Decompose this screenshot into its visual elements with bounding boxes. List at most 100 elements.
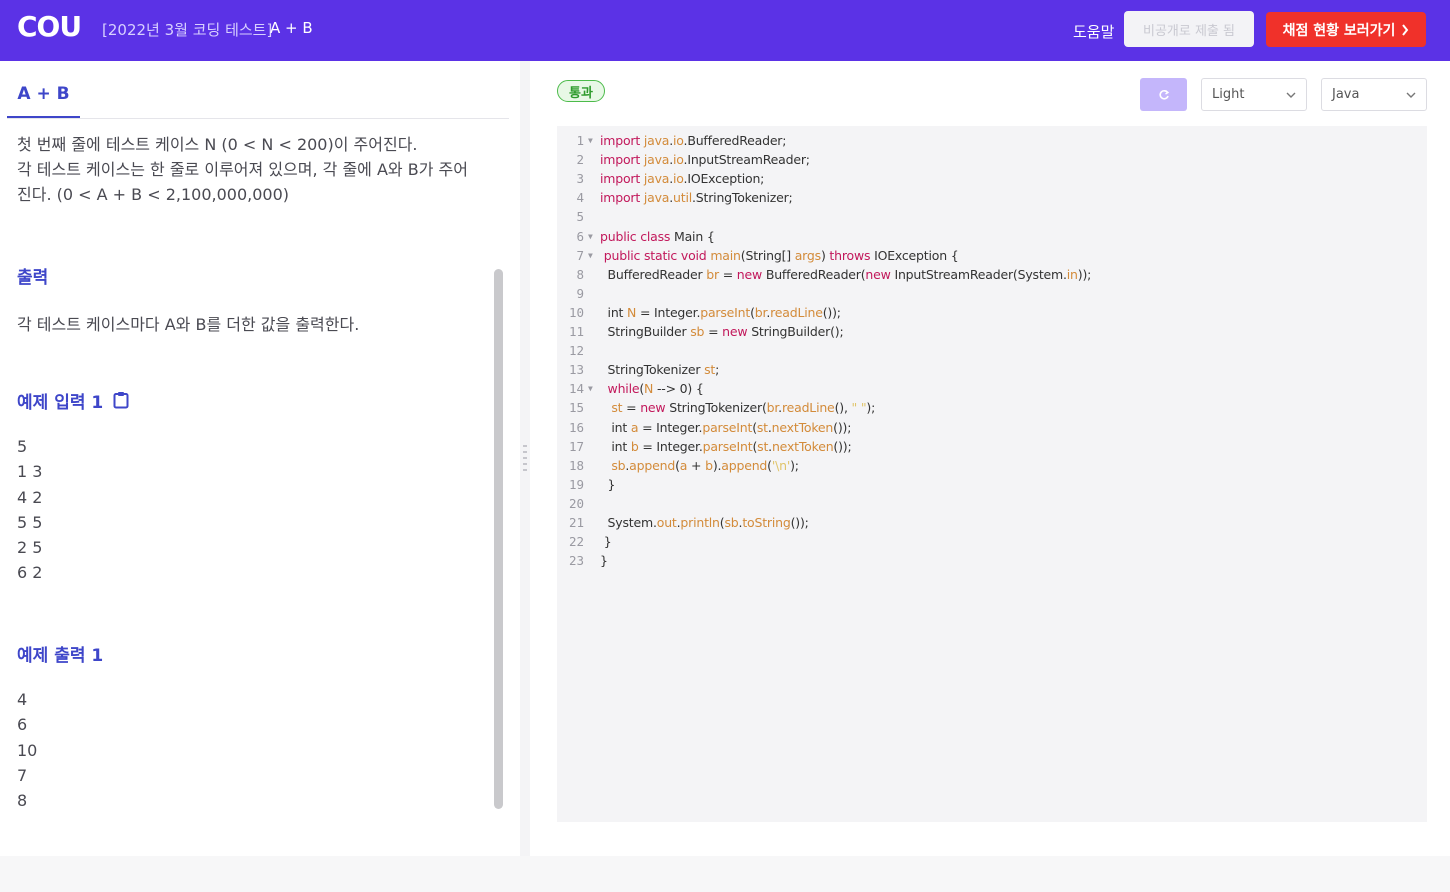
refresh-icon — [1158, 89, 1169, 100]
chevron-down-icon — [1286, 92, 1296, 98]
page-footer — [0, 856, 1450, 892]
line-number: 22 — [568, 534, 584, 550]
reset-button[interactable] — [1140, 78, 1187, 111]
code-line[interactable]: 4 import java.util.StringTokenizer; — [557, 188, 1427, 207]
line-number: 23 — [568, 553, 584, 569]
code-line[interactable]: 20 — [557, 494, 1427, 513]
clipboard-icon[interactable] — [113, 391, 129, 409]
code-text: while(N --> 0) { — [607, 381, 704, 397]
sample-output-title: 예제 출력 1 — [17, 646, 104, 666]
code-text: int b = Integer.parseInt(st.nextToken())… — [611, 438, 852, 454]
problem-panel: A + B 첫 번째 줄에 테스트 케이스 N (0 < N < 200)이 주… — [0, 61, 520, 856]
sample-output-line: 10 — [17, 740, 38, 760]
code-line[interactable]: 19 } — [557, 475, 1427, 494]
line-number: 5 — [576, 209, 584, 225]
sample-input-block: 5 1 3 4 2 5 5 2 5 6 2 — [17, 434, 42, 586]
code-line[interactable]: 22 } — [557, 532, 1427, 551]
output-text: 각 테스트 케이스마다 A와 B를 더한 값을 출력한다. — [17, 315, 360, 334]
code-line[interactable]: 23} — [557, 551, 1427, 570]
line-number: 18 — [568, 457, 584, 473]
line-number: 1 — [576, 133, 584, 148]
code-line[interactable]: 18 sb.append(a + b).append('\n'); — [557, 456, 1427, 475]
theme-select-value: Light — [1212, 87, 1245, 102]
sample-input-line: 5 5 — [17, 512, 43, 532]
grade-status-label: 채점 현황 보러가기 — [1282, 22, 1396, 39]
line-number: 16 — [568, 419, 584, 435]
top-bar: COU [2022년 3월 코딩 테스트] A + B 도움말 비공개로 제출 … — [0, 0, 1450, 61]
status-badge: 통과 — [557, 80, 605, 102]
code-line[interactable]: 6 ▼ public class Main { — [557, 227, 1427, 246]
code-text: StringTokenizer st; — [607, 362, 720, 378]
description-line: 첫 번째 줄에 테스트 케이스 N (0 < N < 200)이 주어진다. — [17, 135, 418, 154]
code-text: } — [607, 476, 616, 492]
logo[interactable]: COU — [17, 10, 82, 43]
line-number: 6 — [576, 228, 584, 244]
sample-input-line: 5 — [17, 437, 28, 456]
code-text: public static void main(String[] args) t… — [603, 247, 959, 263]
code-line[interactable]: 15 st = new StringTokenizer(br.readLine(… — [557, 398, 1427, 417]
editor-panel: 통과 Light Java 1 ▼ import java.io.BufferedR… — [530, 61, 1450, 856]
description-line: 진다. (0 < A + B < 2,100,000,000) — [17, 185, 289, 204]
language-select-value: Java — [1332, 87, 1360, 102]
code-line[interactable]: 10 int N = Integer.parseInt(br.readLine(… — [557, 303, 1427, 322]
line-number: 4 — [576, 190, 584, 206]
code-text: public class Main { — [600, 228, 715, 244]
code-line[interactable]: 9 — [557, 284, 1427, 303]
language-select[interactable]: Java — [1321, 78, 1427, 111]
line-number: 3 — [576, 171, 584, 187]
code-text: } — [603, 534, 612, 550]
line-number: 8 — [576, 266, 584, 282]
code-line[interactable]: 1 ▼ import java.io.BufferedReader; — [557, 131, 1427, 150]
code-line[interactable]: 2 import java.io.InputStreamReader; — [557, 150, 1427, 169]
code-text: } — [600, 553, 608, 569]
line-number: 11 — [568, 324, 584, 339]
chevron-down-icon — [1406, 92, 1416, 98]
fold-arrow-icon[interactable]: ▼ — [588, 246, 593, 265]
line-number: 17 — [568, 438, 584, 454]
drag-handle-icon[interactable] — [523, 443, 527, 477]
code-line[interactable]: 16 int a = Integer.parseInt(st.nextToken… — [557, 418, 1427, 437]
breadcrumb[interactable]: [2022년 3월 코딩 테스트] — [102, 19, 272, 40]
code-line[interactable]: 13 StringTokenizer st; — [557, 360, 1427, 379]
grade-status-button[interactable]: 채점 현황 보러가기 — [1266, 12, 1426, 47]
line-number: 13 — [568, 362, 584, 378]
code-text: System.out.println(sb.toString()); — [607, 515, 809, 530]
code-line[interactable]: 5 — [557, 207, 1427, 226]
problem-title: A + B — [270, 19, 313, 37]
sample-output-line: 4 — [17, 690, 28, 709]
code-text: import java.io.BufferedReader; — [600, 133, 787, 148]
code-line[interactable]: 7 ▼ public static void main(String[] args… — [557, 246, 1427, 265]
line-number: 19 — [568, 476, 584, 492]
code-line[interactable]: 11 StringBuilder sb = new StringBuilder(… — [557, 322, 1427, 341]
code-line[interactable]: 14 ▼ while(N --> 0) { — [557, 379, 1427, 398]
fold-arrow-icon[interactable]: ▼ — [588, 227, 593, 246]
code-editor[interactable]: 1 ▼ import java.io.BufferedReader; 2 import … — [557, 126, 1427, 822]
sample-input-line: 1 3 — [17, 462, 43, 482]
line-number: 9 — [576, 285, 584, 301]
line-number: 12 — [568, 343, 584, 359]
description-line: 각 테스트 케이스는 한 줄로 이루어져 있으며, 각 줄에 A와 B가 주어 — [17, 160, 468, 179]
tab-problem-label: A + B — [17, 84, 70, 104]
tab-problem[interactable]: A + B — [7, 81, 80, 119]
code-text: import java.io.IOException; — [600, 171, 765, 187]
theme-select[interactable]: Light — [1201, 78, 1307, 111]
problem-description: 첫 번째 줄에 테스트 케이스 N (0 < N < 200)이 주어진다. 각… — [17, 132, 477, 207]
code-line[interactable]: 3 import java.io.IOException; — [557, 169, 1427, 188]
line-number: 21 — [568, 515, 584, 530]
fold-arrow-icon[interactable]: ▼ — [588, 379, 593, 398]
code-line[interactable]: 21 System.out.println(sb.toString()); — [557, 513, 1427, 532]
help-link[interactable]: 도움말 — [1073, 21, 1114, 42]
line-number: 2 — [576, 152, 584, 168]
problem-scrollbar[interactable] — [494, 269, 503, 809]
code-line[interactable]: 17 int b = Integer.parseInt(st.nextToken… — [557, 437, 1427, 456]
code-text: import java.io.InputStreamReader; — [600, 152, 810, 168]
sample-output-line: 8 — [17, 791, 28, 811]
sample-input-line: 4 2 — [17, 487, 43, 507]
chevron-right-icon — [1402, 23, 1409, 36]
fold-arrow-icon[interactable]: ▼ — [588, 131, 593, 150]
private-submit-button[interactable]: 비공개로 제출 됨 — [1124, 11, 1254, 47]
code-line[interactable]: 12 — [557, 341, 1427, 360]
line-number: 7 — [576, 247, 584, 263]
code-line[interactable]: 8 BufferedReader br = new BufferedReader… — [557, 265, 1427, 284]
sample-output-line: 7 — [17, 765, 28, 785]
